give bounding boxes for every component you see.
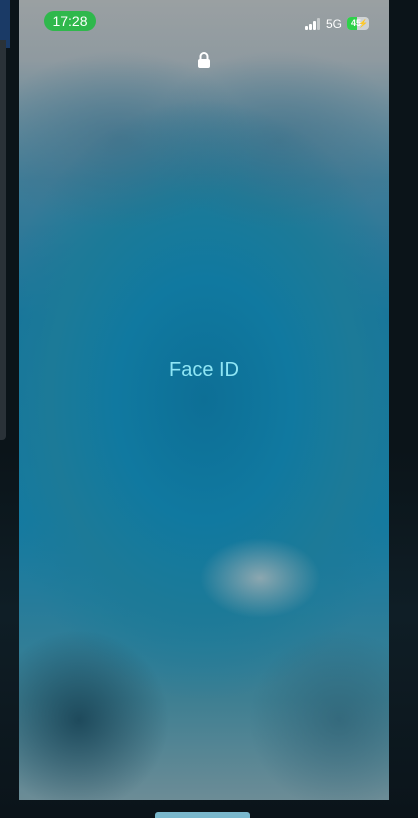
signal-strength-icon bbox=[305, 18, 321, 30]
status-time[interactable]: 17:28 bbox=[44, 11, 96, 31]
background-app-card-edge bbox=[0, 40, 6, 440]
lock-icon bbox=[197, 51, 211, 69]
background-app-bottom-peek bbox=[155, 812, 250, 818]
charging-bolt-icon: ⚡ bbox=[358, 19, 368, 28]
status-bar: 17:28 5G 45 ⚡ bbox=[19, 0, 389, 40]
lock-screen[interactable]: 17:28 5G 45 ⚡ Face ID bbox=[19, 0, 389, 800]
network-type: 5G bbox=[326, 17, 343, 31]
face-id-label: Face ID bbox=[168, 359, 240, 381]
battery-icon: 45 ⚡ bbox=[347, 17, 369, 30]
